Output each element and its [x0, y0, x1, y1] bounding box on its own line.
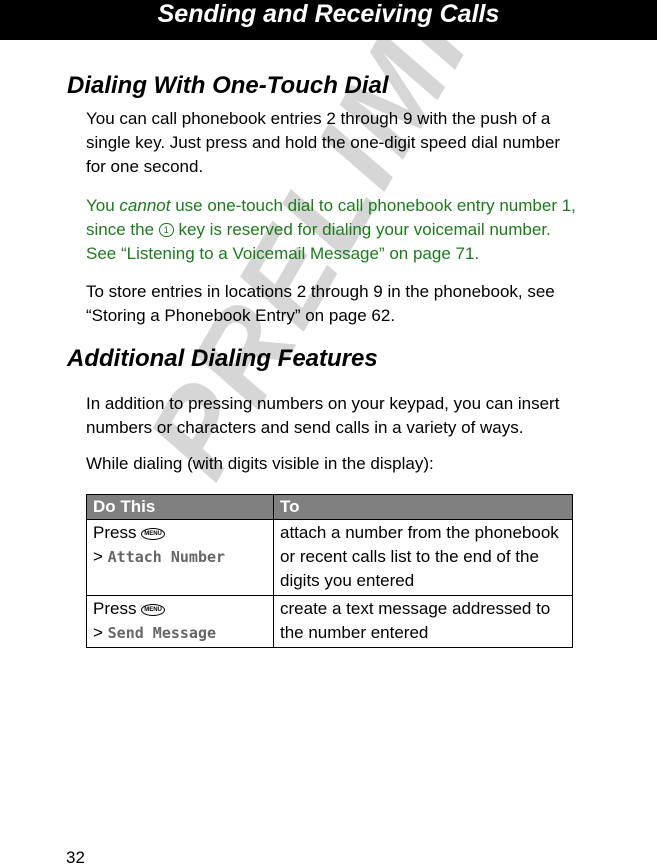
note-emphasis: cannot	[119, 196, 171, 215]
column-header: To	[273, 494, 573, 520]
chapter-header: Sending and Receiving Calls	[0, 0, 657, 40]
description: create a text message addressed to the n…	[273, 595, 573, 648]
section-heading-additional: Additional Dialing Features	[67, 345, 378, 372]
page-number: 32	[66, 848, 85, 867]
column-header: Do This	[86, 494, 274, 520]
note-paragraph: You cannot use one-touch dial to call ph…	[86, 194, 576, 266]
chapter-title: Sending and Receiving Calls	[157, 0, 500, 28]
paragraph: You can call phonebook entries 2 through…	[86, 109, 561, 176]
key-1-icon: 1	[158, 223, 174, 237]
table-row: Press MENU > Attach Number attach a numbe…	[86, 519, 573, 596]
menu-item: Send Message	[107, 624, 217, 642]
press-label: Press	[93, 523, 137, 542]
press-label: Press	[93, 599, 137, 618]
menu-key-icon: MENU	[141, 528, 165, 540]
features-table: Do This To Press MENU > Attach Number att…	[86, 494, 573, 648]
paragraph: While dialing (with digits visible in th…	[86, 454, 434, 473]
menu-item: Attach Number	[107, 548, 226, 566]
paragraph: To store entries in locations 2 through …	[86, 282, 555, 325]
paragraph: In addition to pressing numbers on your …	[86, 394, 560, 437]
table-row: Press MENU > Send Message create a text m…	[86, 595, 573, 648]
note-text: You	[86, 196, 120, 215]
description: attach a number from the phonebook or re…	[273, 519, 573, 596]
menu-key-icon: MENU	[141, 604, 165, 616]
section-heading-one-touch: Dialing With One-Touch Dial	[67, 72, 389, 99]
